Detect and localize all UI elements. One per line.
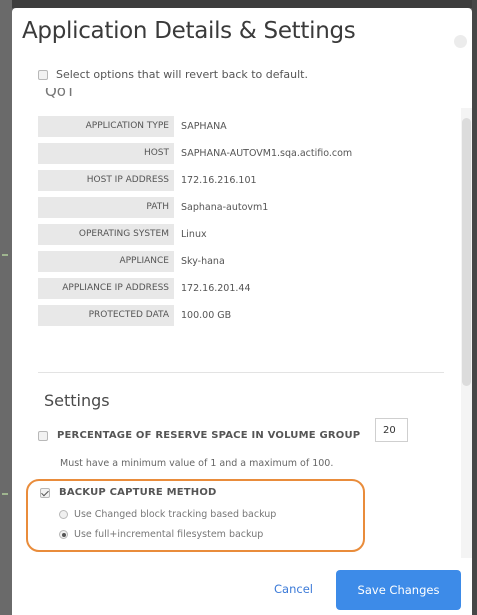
detail-row: PROTECTED DATA 100.00 GB xyxy=(38,305,458,326)
detail-key: OPERATING SYSTEM xyxy=(38,224,174,245)
settings-heading: Settings xyxy=(44,391,110,410)
detail-key: APPLIANCE xyxy=(38,251,174,272)
reserve-space-checkbox[interactable] xyxy=(38,430,48,441)
revert-defaults-label: Select options that will revert back to … xyxy=(56,68,308,81)
reserve-space-label: PERCENTAGE OF RESERVE SPACE IN VOLUME GR… xyxy=(57,430,361,441)
detail-value: SAPHANA-AUTOVM1.sqa.actifio.com xyxy=(181,148,353,159)
backdrop-marker xyxy=(2,254,8,256)
backdrop-top xyxy=(0,0,477,8)
capture-method-label: BACKUP CAPTURE METHOD xyxy=(59,487,217,498)
detail-row: HOST SAPHANA-AUTOVM1.sqa.actifio.com xyxy=(38,143,458,164)
capture-method-checkbox[interactable] xyxy=(40,487,50,498)
backdrop-left xyxy=(0,0,12,615)
capture-option-full-incremental[interactable]: Use full+incremental filesystem backup xyxy=(59,529,263,540)
dialog-footer: Cancel Save Changes xyxy=(12,558,472,615)
capture-option-radio[interactable] xyxy=(59,530,68,539)
detail-value: Sky-hana xyxy=(181,256,225,267)
capture-method-option[interactable]: BACKUP CAPTURE METHOD xyxy=(40,487,217,498)
detail-row: APPLICATION TYPE SAPHANA xyxy=(38,116,458,137)
detail-key: PROTECTED DATA xyxy=(38,305,174,326)
detail-value: Linux xyxy=(181,229,207,240)
close-icon[interactable] xyxy=(454,35,467,48)
reserve-space-input[interactable] xyxy=(375,418,408,442)
detail-key: HOST IP ADDRESS xyxy=(38,170,174,191)
dialog-scroll-area[interactable]: QoT APPLICATION TYPE SAPHANA HOST SAPHAN… xyxy=(12,88,472,558)
revert-defaults-option[interactable]: Select options that will revert back to … xyxy=(38,68,308,81)
capture-option-label: Use full+incremental filesystem backup xyxy=(74,529,264,540)
cancel-button[interactable]: Cancel xyxy=(274,582,313,596)
save-changes-button[interactable]: Save Changes xyxy=(336,570,461,610)
capture-option-radio[interactable] xyxy=(59,510,68,519)
scrollbar-thumb[interactable] xyxy=(462,118,471,386)
dialog-title: Application Details & Settings xyxy=(22,18,356,44)
detail-row: APPLIANCE IP ADDRESS 172.16.201.44 xyxy=(38,278,458,299)
capture-option-cbt[interactable]: Use Changed block tracking based backup xyxy=(59,509,276,520)
settings-dialog: Application Details & Settings Select op… xyxy=(12,8,472,615)
backdrop-marker xyxy=(2,493,8,495)
detail-key: APPLIANCE IP ADDRESS xyxy=(38,278,174,299)
reserve-space-hint: Must have a minimum value of 1 and a max… xyxy=(60,458,334,469)
detail-key: APPLICATION TYPE xyxy=(38,116,174,137)
detail-value: Saphana-autovm1 xyxy=(181,202,269,213)
section-heading-partial: QoT xyxy=(45,88,76,100)
detail-row: APPLIANCE Sky-hana xyxy=(38,251,458,272)
detail-value: SAPHANA xyxy=(181,121,227,132)
detail-value: 172.16.201.44 xyxy=(181,283,251,294)
detail-value: 100.00 GB xyxy=(181,310,232,321)
backdrop-right xyxy=(472,0,477,615)
capture-option-label: Use Changed block tracking based backup xyxy=(74,509,277,520)
detail-row: OPERATING SYSTEM Linux xyxy=(38,224,458,245)
detail-value: 172.16.216.101 xyxy=(181,175,257,186)
revert-defaults-checkbox[interactable] xyxy=(38,69,48,80)
section-divider xyxy=(38,372,444,373)
detail-row: PATH Saphana-autovm1 xyxy=(38,197,458,218)
detail-row: HOST IP ADDRESS 172.16.216.101 xyxy=(38,170,458,191)
detail-key: PATH xyxy=(38,197,174,218)
reserve-space-option[interactable]: PERCENTAGE OF RESERVE SPACE IN VOLUME GR… xyxy=(38,430,360,441)
detail-key: HOST xyxy=(38,143,174,164)
